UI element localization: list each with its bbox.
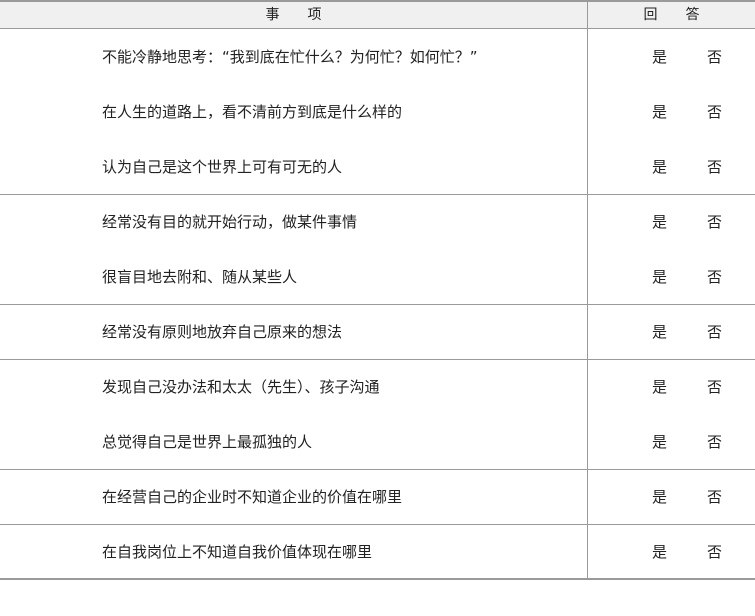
answer-yes[interactable]: 是: [652, 250, 667, 305]
table-bottom-border: [0, 578, 755, 580]
table-row: 在人生的道路上，看不清前方到底是什么样的 是 否: [0, 85, 755, 140]
answer-no[interactable]: 否: [707, 85, 722, 140]
answer-yes[interactable]: 是: [652, 85, 667, 140]
table-row: 在经营自己的企业时不知道企业的价值在哪里 是 否: [0, 470, 755, 525]
table-row: 认为自己是这个世界上可有可无的人 是 否: [0, 140, 755, 195]
question-text: 很盲目地去附和、随从某些人: [102, 268, 298, 286]
question-text: 在人生的道路上，看不清前方到底是什么样的: [102, 103, 403, 121]
answer-no[interactable]: 否: [707, 195, 722, 250]
question-text: 认为自己是这个世界上可有可无的人: [102, 158, 343, 176]
question-text: 发现自己没办法和太太（先生）、孩子沟通: [102, 378, 380, 396]
question-text: 不能冷静地思考：“我到底在忙什么？为何忙？如何忙？”: [102, 48, 478, 66]
header-answer-label: 回 答: [643, 7, 700, 23]
table-row: 发现自己没办法和太太（先生）、孩子沟通 是 否: [0, 360, 755, 415]
answer-no[interactable]: 否: [707, 470, 722, 525]
question-text: 经常没有目的就开始行动，做某件事情: [102, 213, 358, 231]
answer-no[interactable]: 否: [707, 360, 722, 415]
question-text: 经常没有原则地放弃自己原来的想法: [102, 323, 343, 341]
answer-no[interactable]: 否: [707, 305, 722, 360]
answer-no[interactable]: 否: [707, 415, 722, 470]
answer-yes[interactable]: 是: [652, 470, 667, 525]
question-text: 在经营自己的企业时不知道企业的价值在哪里: [102, 488, 403, 506]
answer-no[interactable]: 否: [707, 140, 722, 195]
answer-yes[interactable]: 是: [652, 415, 667, 470]
answer-no[interactable]: 否: [707, 525, 722, 580]
answer-yes[interactable]: 是: [652, 360, 667, 415]
answer-no[interactable]: 否: [707, 250, 722, 305]
answer-yes[interactable]: 是: [652, 30, 667, 85]
table-row: 总觉得自己是世界上最孤独的人 是 否: [0, 415, 755, 470]
table-row: 在自我岗位上不知道自我价值体现在哪里 是 否: [0, 525, 755, 580]
header-item-label: 事 项: [265, 7, 322, 23]
table-row: 不能冷静地思考：“我到底在忙什么？为何忙？如何忙？” 是 否: [0, 30, 755, 85]
table-row: 经常没有原则地放弃自己原来的想法 是 否: [0, 305, 755, 360]
table-row: 经常没有目的就开始行动，做某件事情 是 否: [0, 195, 755, 250]
question-text: 总觉得自己是世界上最孤独的人: [102, 433, 313, 451]
answer-yes[interactable]: 是: [652, 525, 667, 580]
table-header: 事 项 回 答: [0, 0, 755, 29]
table-row: 很盲目地去附和、随从某些人 是 否: [0, 250, 755, 305]
answer-yes[interactable]: 是: [652, 305, 667, 360]
answer-no[interactable]: 否: [707, 30, 722, 85]
answer-yes[interactable]: 是: [652, 140, 667, 195]
question-text: 在自我岗位上不知道自我价值体现在哪里: [102, 543, 373, 561]
answer-yes[interactable]: 是: [652, 195, 667, 250]
